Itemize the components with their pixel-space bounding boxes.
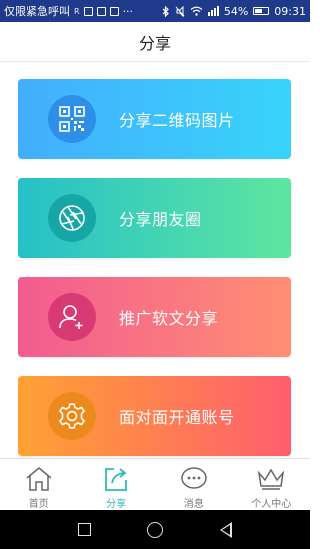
- carrier-text: 仅限紧急呼叫: [4, 5, 70, 18]
- page-title: 分享: [138, 33, 171, 53]
- more-notifications: ···: [122, 4, 134, 18]
- wifi-icon: [190, 6, 203, 16]
- bluetooth-icon: [162, 5, 169, 17]
- status-bar: 仅限紧急呼叫 R ··· 54% 09:31: [0, 0, 310, 22]
- add-user-icon: [48, 293, 96, 341]
- sd-card-icon: [83, 6, 93, 16]
- back-button[interactable]: [219, 521, 232, 538]
- tab-label: 首页: [28, 499, 49, 510]
- crown-icon: [256, 464, 286, 493]
- system-navigation-bar: [0, 510, 310, 549]
- tab-home[interactable]: 首页: [0, 459, 78, 510]
- tab-label: 个人中心: [251, 499, 292, 510]
- mute-icon: [175, 5, 185, 17]
- signal-icon: [207, 6, 219, 16]
- gear-icon: [48, 392, 96, 440]
- tab-label: 消息: [183, 499, 204, 510]
- recents-button[interactable]: [78, 523, 92, 536]
- tab-share[interactable]: 分享: [78, 459, 156, 510]
- clock: 09:31: [274, 4, 306, 18]
- bottom-tab-bar: 首页 分享 消息 个人中心: [0, 458, 310, 510]
- qr-code-icon: [48, 95, 96, 143]
- image-icon: [96, 6, 106, 16]
- card-label: 推广软文分享: [119, 309, 219, 328]
- card-label: 分享朋友圈: [119, 210, 202, 229]
- home-button[interactable]: [147, 521, 164, 538]
- page-header: 分享: [0, 22, 310, 62]
- tab-label: 分享: [106, 499, 127, 510]
- card-label: 面对面开通账号: [119, 408, 235, 427]
- camera-aperture-icon: [48, 194, 96, 242]
- promote-article-card[interactable]: 推广软文分享: [18, 277, 291, 357]
- tab-profile[interactable]: 个人中心: [233, 459, 311, 510]
- sms-icon: [109, 6, 119, 16]
- share-qr-code-card[interactable]: 分享二维码图片: [18, 79, 291, 159]
- battery-percent: 54%: [223, 4, 249, 18]
- home-icon: [24, 464, 54, 493]
- share-moments-card[interactable]: 分享朋友圈: [18, 178, 291, 258]
- tab-messages[interactable]: 消息: [155, 459, 233, 510]
- message-icon: [179, 464, 209, 493]
- battery-icon: [253, 7, 270, 15]
- card-label: 分享二维码图片: [119, 111, 235, 130]
- share-icon: [101, 464, 131, 493]
- roaming-indicator: R: [74, 6, 80, 16]
- face-to-face-account-card[interactable]: 面对面开通账号: [18, 376, 291, 456]
